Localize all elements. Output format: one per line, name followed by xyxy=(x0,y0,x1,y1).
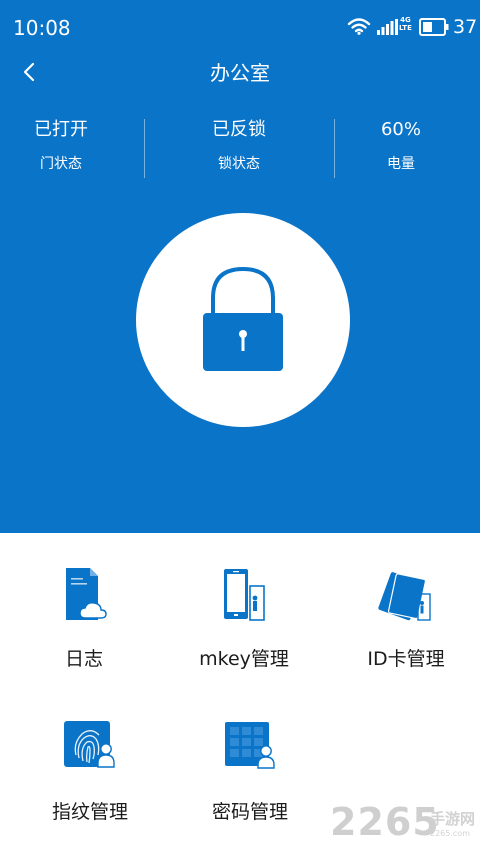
status-bar: 10:08 4G LTE 37 xyxy=(0,0,480,56)
network-label: 4G xyxy=(400,16,411,24)
menu-item-fingerprint-label: 指纹管理 xyxy=(51,801,128,823)
lock-toggle-button[interactable] xyxy=(136,213,350,427)
keypad-icon xyxy=(225,722,275,769)
lock-status: 已反锁 锁状态 xyxy=(159,116,319,174)
watermark-number: 2265 xyxy=(330,800,440,844)
network-type: 4G LTE xyxy=(399,16,412,32)
header-panel: 10:08 4G LTE 37 办公室 已打开 门状态 已反锁 锁状态 60% … xyxy=(0,0,480,533)
menu-item-id-card-label: ID卡管理 xyxy=(367,648,445,670)
fingerprint-icon xyxy=(64,721,115,768)
wifi-icon xyxy=(347,17,371,39)
menu-item-mkey-label: mkey管理 xyxy=(199,648,289,670)
log-document-icon xyxy=(66,568,107,620)
menu-item-fingerprint[interactable]: 指纹管理 xyxy=(10,719,170,824)
battery-status: 60% 电量 xyxy=(321,116,480,174)
watermark-url: 2265.com xyxy=(430,829,470,838)
menu-item-log-label: 日志 xyxy=(64,648,103,670)
battery-status-label: 电量 xyxy=(387,156,415,172)
network-sub-label: LTE xyxy=(399,24,412,32)
signal-icon xyxy=(377,19,399,39)
lock-status-label: 锁状态 xyxy=(218,156,260,172)
divider xyxy=(144,119,145,178)
menu-item-password[interactable]: 密码管理 xyxy=(170,719,330,824)
menu-item-log[interactable]: 日志 xyxy=(4,566,164,671)
lock-icon xyxy=(203,266,283,371)
status-time: 10:08 xyxy=(13,16,71,40)
menu-item-mkey[interactable]: mkey管理 xyxy=(164,566,324,671)
watermark-logo: 2265 手游网 2265.com xyxy=(330,800,475,844)
battery-level: 37 xyxy=(453,16,478,38)
lock-status-value: 已反锁 xyxy=(212,119,266,140)
battery-icon xyxy=(419,18,449,40)
watermark-text: 手游网 xyxy=(430,810,476,828)
door-status: 已打开 门状态 xyxy=(0,116,141,174)
page-title: 办公室 xyxy=(210,61,270,85)
menu-item-id-card[interactable]: ID卡管理 xyxy=(326,566,480,671)
menu-item-password-label: 密码管理 xyxy=(211,801,288,823)
phone-key-icon xyxy=(224,569,265,621)
door-status-label: 门状态 xyxy=(40,156,82,172)
id-card-icon xyxy=(378,572,431,621)
door-status-value: 已打开 xyxy=(34,119,88,140)
battery-status-value: 60% xyxy=(380,119,421,140)
